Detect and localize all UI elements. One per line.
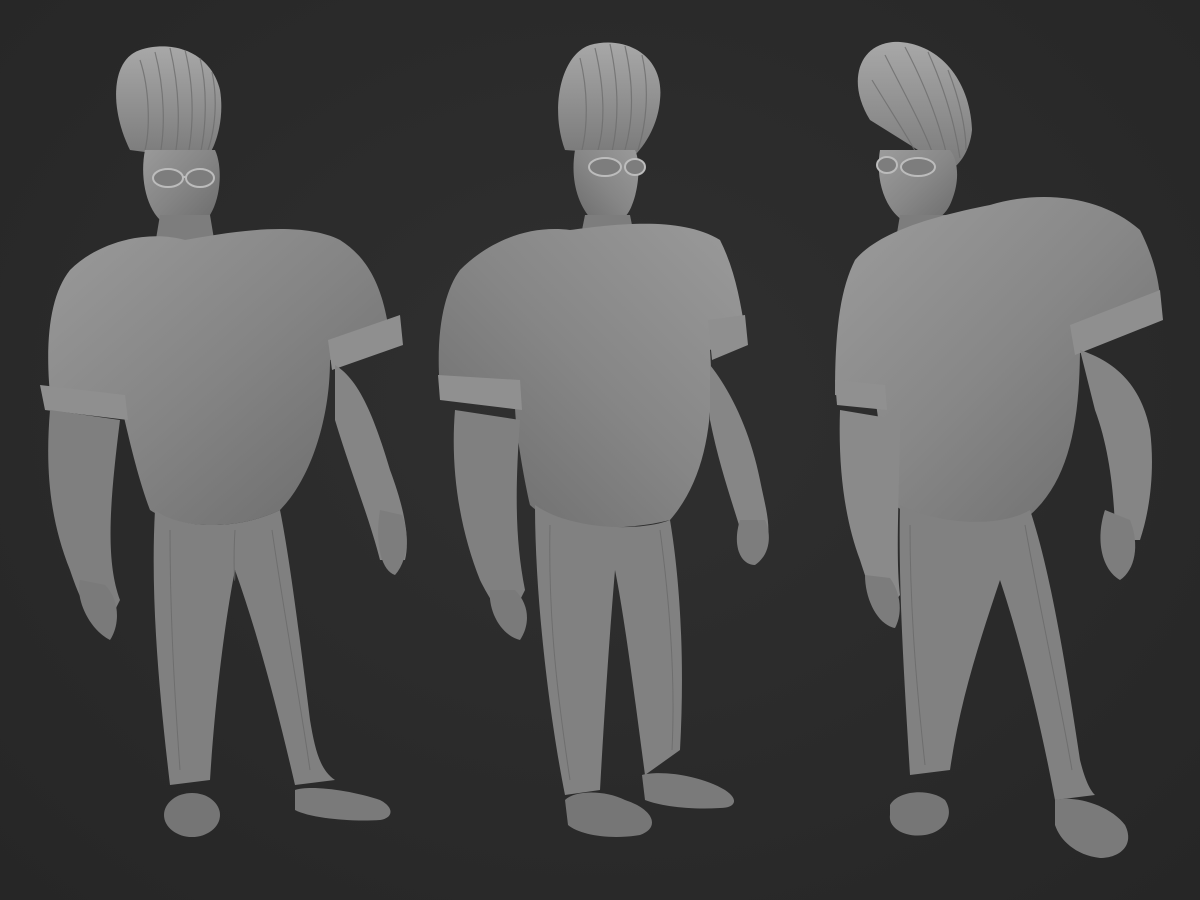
right-shoe [295,788,391,821]
hair-pompadour [558,42,661,155]
jeans [153,510,335,785]
jeans [535,505,682,795]
right-arm [710,365,769,545]
character-sculpt-three-quarter [438,42,769,837]
sunglasses [588,157,646,177]
sunglasses [876,156,936,177]
character-sculpt-rear-three-quarter [835,41,1163,858]
left-shoe [889,792,949,836]
right-shoe [642,773,735,809]
left-shoe [164,793,220,837]
character-view-front [10,0,410,900]
character-view-rear-three-quarter [810,0,1200,900]
character-view-three-quarter [410,0,810,900]
left-arm [453,410,525,620]
character-sculpt-front [40,46,407,837]
right-arm [1080,350,1152,540]
right-shoe [1055,798,1129,858]
left-shoe [565,792,652,837]
sculpt-render-viewport [0,0,1200,900]
jeans [899,505,1095,800]
